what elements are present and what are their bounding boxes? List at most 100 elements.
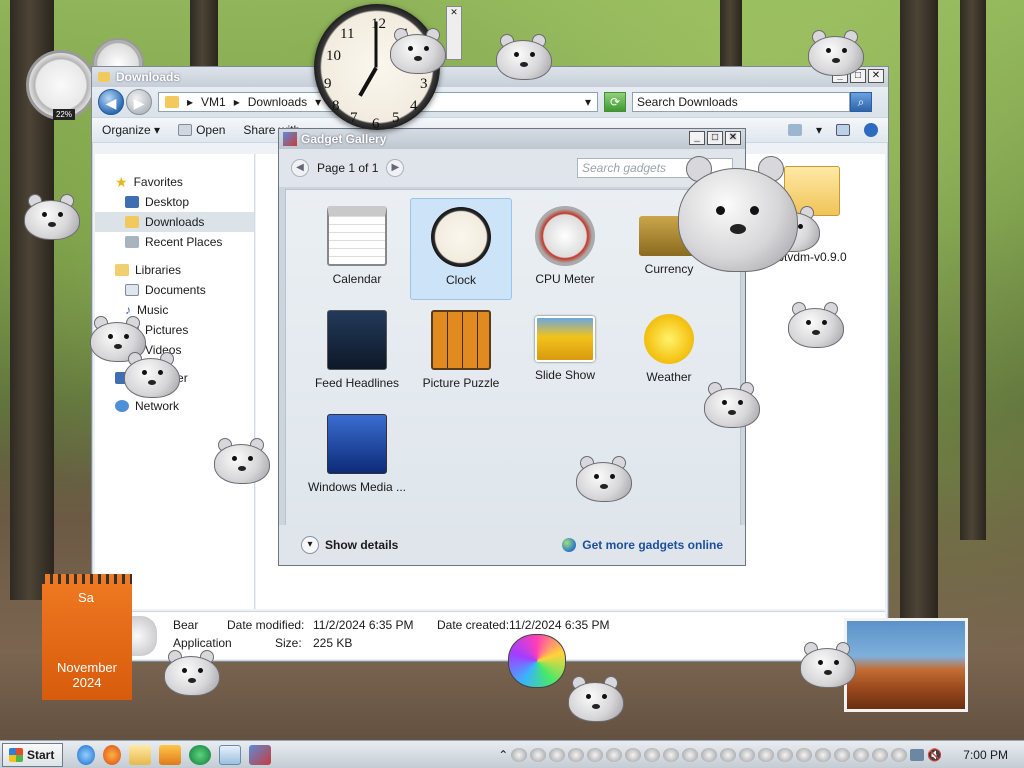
close-button[interactable]: ✕: [725, 131, 741, 145]
nav-documents[interactable]: Documents: [95, 280, 254, 300]
taskbar-clock[interactable]: 7:00 PM: [963, 748, 1008, 762]
gadget-clock[interactable]: Clock: [410, 198, 512, 300]
bear-tray-icon[interactable]: [663, 747, 680, 762]
chevron-down-icon[interactable]: ▾: [816, 123, 822, 137]
bear-tray-icon[interactable]: [606, 747, 623, 762]
bear-tray-icon[interactable]: [701, 747, 718, 762]
bear-tray-icon[interactable]: [530, 747, 547, 762]
bear-sprite-large: [678, 154, 798, 274]
bear-tray-icon[interactable]: [587, 747, 604, 762]
chevron-down-icon[interactable]: ▾: [301, 536, 319, 554]
minimize-button[interactable]: _: [689, 131, 705, 145]
start-button[interactable]: Start: [2, 742, 64, 767]
globe-icon: [562, 538, 577, 552]
gadget-gallery-icon: [283, 132, 297, 146]
calendar-gadget[interactable]: Sa November 2024: [42, 574, 132, 700]
media-player-icon[interactable]: [159, 744, 182, 765]
show-details-button[interactable]: Show details: [325, 538, 398, 552]
bear-tray-icon[interactable]: [758, 747, 775, 762]
calendar-icon: [327, 206, 387, 266]
gadget-gallery-window[interactable]: Gadget Gallery _ □ ✕ ◀ Page 1 of 1 ▶ Sea…: [278, 128, 746, 566]
bear-tray-icon[interactable]: [796, 747, 813, 762]
clock-numeral: 5: [392, 110, 400, 126]
gadget-cpu-meter[interactable]: CPU Meter: [514, 198, 616, 300]
gadget-gallery-taskbar-icon[interactable]: [249, 744, 272, 765]
next-page-icon[interactable]: ▶: [386, 159, 405, 177]
close-button[interactable]: ✕: [868, 69, 884, 83]
bear-sprite: [164, 646, 220, 698]
organize-button[interactable]: Organize ▾: [102, 123, 160, 137]
view-icon[interactable]: [787, 124, 802, 136]
bear-tray-icon[interactable]: [853, 747, 870, 762]
maximize-button[interactable]: □: [707, 131, 723, 145]
gadget-control-strip[interactable]: ✕: [446, 6, 462, 60]
help-icon[interactable]: [864, 123, 878, 137]
details-name: Bear: [173, 618, 199, 632]
bear-tray-icon[interactable]: [720, 747, 737, 762]
gadget-picture-puzzle[interactable]: Picture Puzzle: [410, 302, 512, 404]
internet-explorer-icon[interactable]: [77, 744, 96, 765]
bear-sprite: [808, 26, 864, 78]
system-tray: ⌃ 🔇 7:00 PM: [498, 747, 1024, 762]
get-more-gadgets-link[interactable]: Get more gadgets online: [562, 538, 723, 552]
firefox-icon[interactable]: [103, 744, 122, 765]
search-icon[interactable]: ⌕: [850, 92, 872, 112]
volume-muted-icon[interactable]: 🔇: [927, 748, 942, 762]
created-value: 11/2/2024 6:35 PM: [509, 618, 610, 632]
bear-tray-icon[interactable]: [872, 747, 889, 762]
cpu-meter-gadget[interactable]: 22%: [26, 50, 96, 120]
bear-sprite: [124, 348, 180, 400]
explorer-title-bar[interactable]: Downloads _ □ ✕: [92, 67, 888, 87]
bear-tray-icon[interactable]: [549, 747, 566, 762]
previous-page-icon[interactable]: ◀: [291, 159, 309, 177]
folder-icon: [165, 96, 179, 108]
vmware-icon[interactable]: [189, 744, 212, 765]
clock-numeral: 12: [371, 16, 386, 32]
bear-tray-icon[interactable]: [739, 747, 756, 762]
tree-trunk: [900, 0, 938, 680]
tray-expand-icon[interactable]: ⌃: [498, 748, 508, 762]
back-arrow-icon[interactable]: ◀: [98, 89, 124, 115]
nav-desktop[interactable]: Desktop: [95, 192, 254, 212]
bear-tray-icon[interactable]: [777, 747, 794, 762]
bear-tray-icon[interactable]: [815, 747, 832, 762]
open-button[interactable]: Open: [178, 123, 225, 137]
gadget-grid: Calendar Clock CPU Meter Currency Feed H…: [285, 189, 741, 526]
bear-tray-icon[interactable]: [891, 747, 908, 762]
nav-libraries[interactable]: Libraries: [95, 260, 254, 280]
nav-favorites[interactable]: ★ Favorites: [95, 172, 254, 192]
bear-tray-icon[interactable]: [511, 747, 528, 762]
gadget-calendar[interactable]: Calendar: [306, 198, 408, 300]
pager: ◀ Page 1 of 1 ▶: [291, 159, 405, 177]
history-dropdown-icon[interactable]: ▾: [585, 95, 591, 109]
gadget-slide-show[interactable]: Slide Show: [514, 302, 616, 404]
breadcrumb-downloads[interactable]: Downloads: [248, 95, 307, 109]
bear-tray-icon[interactable]: [834, 747, 851, 762]
bear-tray-icon[interactable]: [625, 747, 642, 762]
forward-arrow-icon[interactable]: ▶: [126, 89, 152, 115]
bear-tray-icon[interactable]: [682, 747, 699, 762]
preview-pane-icon[interactable]: [836, 124, 850, 136]
address-bar-row: ◀ ▶ ▸ VM1 ▸ Downloads ▾ ▾ ⟳ Search Downl…: [92, 87, 888, 117]
nav-recent-places[interactable]: Recent Places: [95, 232, 254, 252]
network-tray-icon[interactable]: [910, 748, 925, 761]
gallery-title-bar[interactable]: Gadget Gallery _ □ ✕: [279, 129, 745, 149]
breadcrumb-vm1[interactable]: VM1: [201, 95, 226, 109]
feed-headlines-icon: [327, 310, 387, 370]
refresh-icon[interactable]: ⟳: [604, 92, 626, 112]
gadget-feed-headlines[interactable]: Feed Headlines: [306, 302, 408, 404]
notepad-icon[interactable]: [219, 744, 242, 765]
file-explorer-icon[interactable]: [129, 744, 152, 765]
slide-show-gadget[interactable]: [844, 618, 968, 712]
bear-sprite: [24, 190, 80, 242]
calendar-month: November 2024: [57, 660, 117, 690]
search-input[interactable]: Search Downloads: [632, 92, 850, 112]
bear-tray-icon[interactable]: [644, 747, 661, 762]
bear-tray-icon[interactable]: [568, 747, 585, 762]
nav-downloads[interactable]: Downloads: [95, 212, 254, 232]
gadget-windows-media-center[interactable]: Windows Media ...: [306, 406, 408, 508]
libraries-icon: [115, 264, 129, 276]
page-indicator: Page 1 of 1: [317, 161, 379, 175]
gallery-window-controls: _ □ ✕: [689, 131, 741, 145]
chevron-down-icon[interactable]: ▾: [315, 95, 321, 109]
